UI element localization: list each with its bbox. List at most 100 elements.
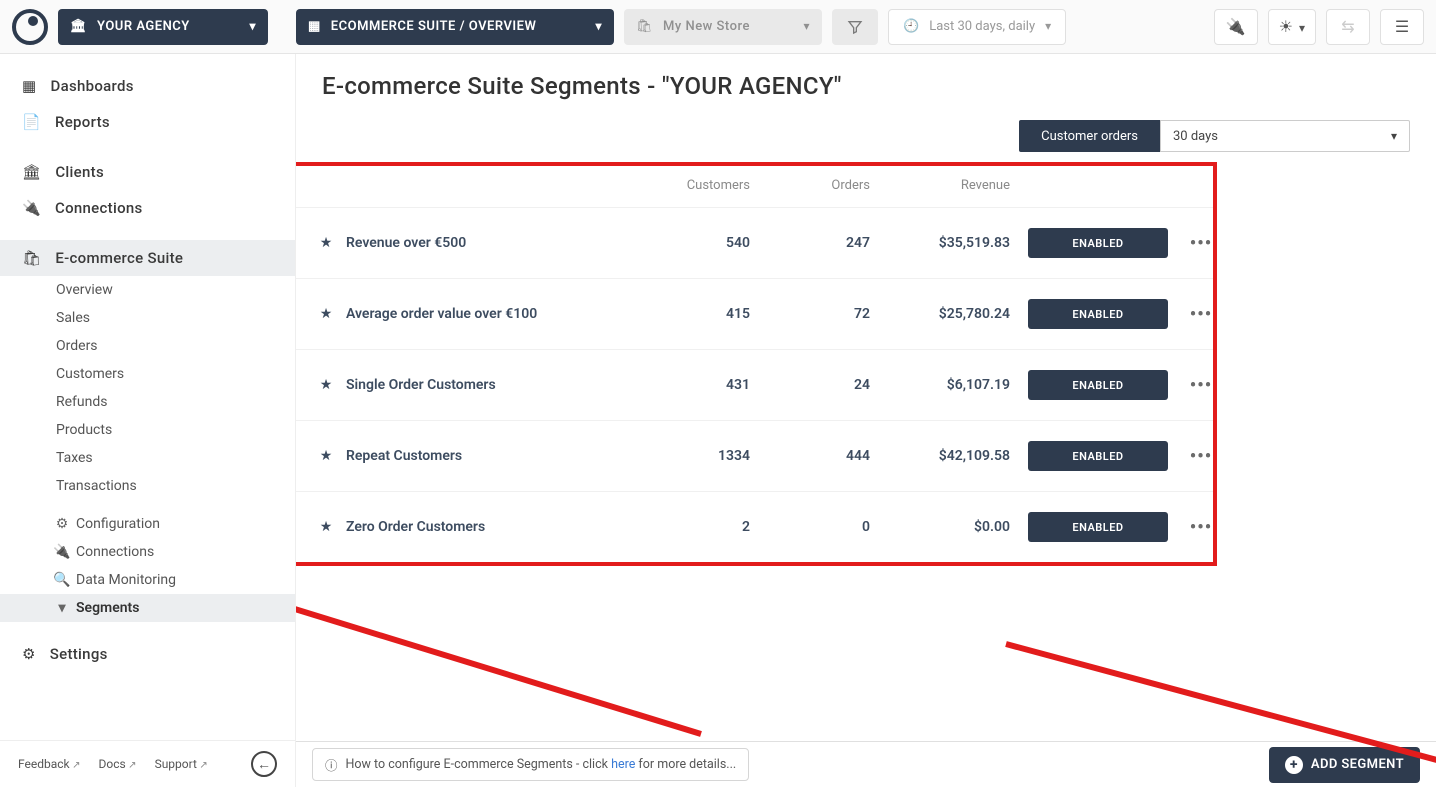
nav-label: E-commerce Suite xyxy=(55,249,183,267)
nav-connections[interactable]: 🔌 Connections xyxy=(0,190,295,226)
arrow-left-icon: ← xyxy=(257,756,271,773)
plug-icon: 🔌 xyxy=(56,544,68,560)
funnel-icon xyxy=(847,19,863,35)
chevron-down-icon xyxy=(1391,129,1397,144)
sub-data-monitoring[interactable]: 🔍 Data Monitoring xyxy=(0,566,295,594)
nav-dashboards[interactable]: ▦ Dashboards xyxy=(0,68,295,104)
chevron-down-icon xyxy=(803,19,810,34)
segment-name[interactable]: Repeat Customers xyxy=(346,448,626,464)
row-actions-button[interactable]: ••• xyxy=(1176,446,1226,467)
cell-revenue: $25,780.24 xyxy=(876,306,1016,322)
annotation-arrow-1 xyxy=(296,554,721,754)
nav-settings[interactable]: ⚙ Settings xyxy=(0,636,295,672)
menu-button[interactable]: ☰ xyxy=(1380,9,1424,45)
time-range-selector[interactable]: 🕘 Last 30 days, daily xyxy=(888,9,1066,45)
footer-feedback[interactable]: Feedback xyxy=(18,757,81,771)
status-toggle[interactable]: ENABLED xyxy=(1028,441,1168,471)
share-button[interactable]: ⇆ xyxy=(1326,9,1370,45)
nav-ecommerce-suite[interactable]: 🛍 E-commerce Suite xyxy=(0,240,295,276)
nav-clients[interactable]: 🏛 Clients xyxy=(0,154,295,190)
sub-transactions[interactable]: Transactions xyxy=(0,472,295,500)
suite-selector[interactable]: ▦ ECOMMERCE SUITE / OVERVIEW xyxy=(296,9,614,45)
segment-name[interactable]: Single Order Customers xyxy=(346,377,626,393)
star-icon[interactable]: ★ xyxy=(306,235,346,251)
row-actions-button[interactable]: ••• xyxy=(1176,375,1226,396)
sub-customers[interactable]: Customers xyxy=(0,360,295,388)
add-label: ADD SEGMENT xyxy=(1311,757,1404,772)
col-customers: Customers xyxy=(626,178,756,193)
col-revenue: Revenue xyxy=(876,178,1016,193)
info-text-pre: How to configure E-commerce Segments - c… xyxy=(346,757,612,772)
segment-name[interactable]: Average order value over €100 xyxy=(346,306,626,322)
row-actions-button[interactable]: ••• xyxy=(1176,517,1226,538)
cell-customers: 415 xyxy=(626,306,756,322)
table-row: ★Revenue over €500540247$35,519.83ENABLE… xyxy=(296,207,1213,278)
status-toggle[interactable]: ENABLED xyxy=(1028,299,1168,329)
plug-button[interactable]: 🔌 xyxy=(1214,9,1258,45)
report-icon: 📄 xyxy=(22,113,41,131)
status-toggle[interactable]: ENABLED xyxy=(1028,370,1168,400)
page-title: E-commerce Suite Segments - "YOUR AGENCY… xyxy=(322,72,1410,100)
cell-orders: 0 xyxy=(756,519,876,535)
cell-customers: 431 xyxy=(626,377,756,393)
sub-configuration[interactable]: ⚙ Configuration xyxy=(0,510,295,538)
sub-taxes[interactable]: Taxes xyxy=(0,444,295,472)
chevron-down-icon xyxy=(1299,17,1305,36)
nav-reports[interactable]: 📄 Reports xyxy=(0,104,295,140)
star-icon[interactable]: ★ xyxy=(306,377,346,393)
chevron-down-icon xyxy=(595,19,602,34)
sub-sales[interactable]: Sales xyxy=(0,304,295,332)
bag-icon: 🛍 xyxy=(22,249,41,267)
sub-products[interactable]: Products xyxy=(0,416,295,444)
chevron-down-icon xyxy=(1045,19,1051,34)
dashboard-icon: ▦ xyxy=(22,77,36,95)
grid-icon: ▦ xyxy=(308,19,321,34)
row-actions-button[interactable]: ••• xyxy=(1176,304,1226,325)
sub-label: Segments xyxy=(76,600,139,616)
mode-button[interactable]: Customer orders xyxy=(1019,120,1160,152)
filter-button[interactable] xyxy=(832,9,878,45)
bank-icon: 🏛 xyxy=(22,163,41,181)
add-segment-button[interactable]: + ADD SEGMENT xyxy=(1269,747,1420,783)
table-row: ★Zero Order Customers20$0.00ENABLED••• xyxy=(296,491,1213,562)
theme-toggle[interactable]: ☀ xyxy=(1268,9,1316,45)
table-header: Customers Orders Revenue xyxy=(296,166,1213,207)
store-selector[interactable]: 🛍 My New Store xyxy=(624,9,822,45)
sidebar: ▦ Dashboards 📄 Reports 🏛 Clients 🔌 Conne… xyxy=(0,54,296,787)
cell-orders: 247 xyxy=(756,235,876,251)
footer-support[interactable]: Support xyxy=(155,757,208,771)
table-row: ★Repeat Customers1334444$42,109.58ENABLE… xyxy=(296,420,1213,491)
plug-icon: 🔌 xyxy=(22,199,41,217)
status-toggle[interactable]: ENABLED xyxy=(1028,512,1168,542)
sub-refunds[interactable]: Refunds xyxy=(0,388,295,416)
main-content: E-commerce Suite Segments - "YOUR AGENCY… xyxy=(296,54,1436,787)
cell-customers: 540 xyxy=(626,235,756,251)
info-icon: ⓘ xyxy=(325,755,338,774)
search-icon: 🔍 xyxy=(56,572,68,588)
sub-orders[interactable]: Orders xyxy=(0,332,295,360)
agency-selector[interactable]: 🏛 YOUR AGENCY xyxy=(58,9,268,45)
sub-segments[interactable]: ▾ Segments xyxy=(0,594,295,622)
bottom-bar: ⓘ How to configure E-commerce Segments -… xyxy=(296,741,1436,787)
cell-orders: 444 xyxy=(756,448,876,464)
sub-label: Data Monitoring xyxy=(76,572,176,588)
cell-revenue: $0.00 xyxy=(876,519,1016,535)
row-actions-button[interactable]: ••• xyxy=(1176,233,1226,254)
sub-connections[interactable]: 🔌 Connections xyxy=(0,538,295,566)
segment-name[interactable]: Zero Order Customers xyxy=(346,519,626,535)
segment-name[interactable]: Revenue over €500 xyxy=(346,235,626,251)
star-icon[interactable]: ★ xyxy=(306,519,346,535)
cell-revenue: $6,107.19 xyxy=(876,377,1016,393)
info-link[interactable]: here xyxy=(611,757,635,772)
collapse-sidebar-button[interactable]: ← xyxy=(251,751,277,777)
star-icon[interactable]: ★ xyxy=(306,306,346,322)
sub-label: Configuration xyxy=(76,516,160,532)
sub-overview[interactable]: Overview xyxy=(0,276,295,304)
agency-label: YOUR AGENCY xyxy=(97,19,190,34)
gear-icon: ⚙ xyxy=(22,645,36,663)
period-selector[interactable]: 30 days xyxy=(1160,120,1410,152)
star-icon[interactable]: ★ xyxy=(306,448,346,464)
col-orders: Orders xyxy=(756,178,876,193)
footer-docs[interactable]: Docs xyxy=(99,757,137,771)
status-toggle[interactable]: ENABLED xyxy=(1028,228,1168,258)
